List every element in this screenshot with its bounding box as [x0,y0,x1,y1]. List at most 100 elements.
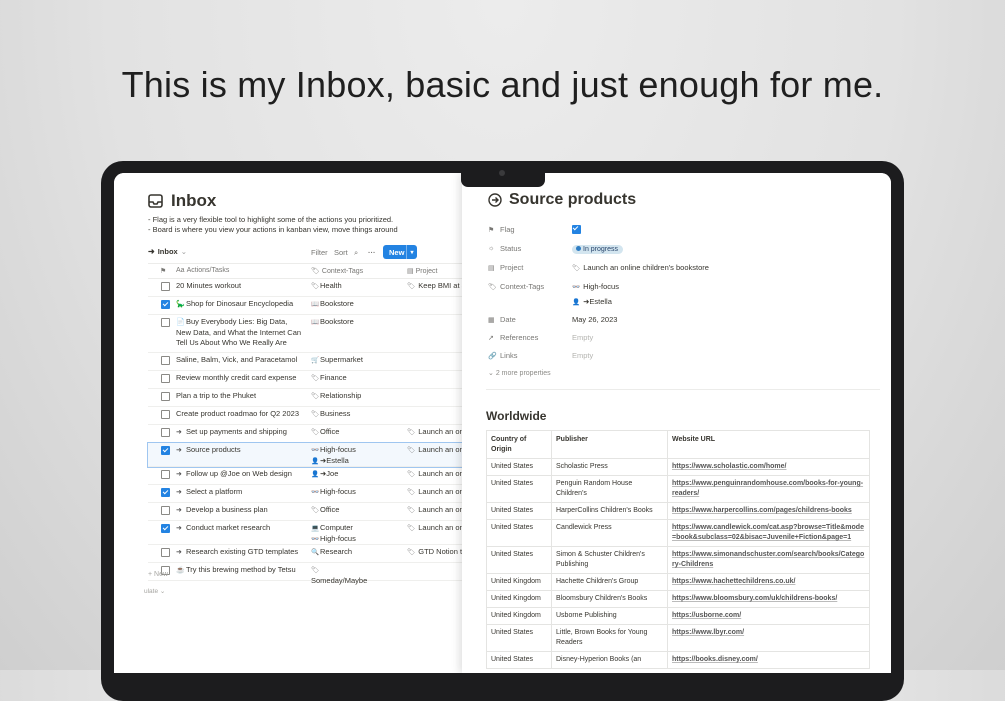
flag-checkbox[interactable] [161,428,170,437]
url-cell[interactable]: https://www.bloomsbury.com/uk/childrens-… [667,590,870,608]
table-row[interactable]: Saline, Balm, Vick, and Paracetamol 🛒Supe… [148,353,462,371]
flag-checkbox[interactable] [161,446,170,455]
column-header-context[interactable]: 🏷 Context-Tags [311,267,363,275]
url-link[interactable]: https://www.simonandschuster.com/search/… [672,551,864,568]
property-value[interactable]: 👓 High-focus [572,282,619,291]
url-cell[interactable]: https://www.penguinrandomhouse.com/books… [667,475,870,503]
property-label[interactable]: ☼ Status [488,244,521,253]
context-cell[interactable]: 🏷Finance [311,373,371,384]
flag-checkbox[interactable] [161,392,170,401]
flag-checkbox[interactable] [161,356,170,365]
property-label[interactable]: ▦ Date [488,315,516,324]
flag-checkbox[interactable] [161,548,170,557]
project-cell[interactable]: 🏷 Launch an onl [407,469,462,480]
url-cell[interactable]: https://www.lbyr.com/ [667,624,870,652]
task-cell[interactable]: ➜ Set up payments and shipping [176,427,302,438]
url-cell[interactable]: https://www.simonandschuster.com/search/… [667,546,870,574]
flag-checkbox[interactable] [572,225,581,234]
context-cell[interactable]: 🏷 Someday/Maybe [311,565,371,586]
table-row[interactable]: ➜ Source products 👓High-focus 👤➜Estella 🏷 Lau… [147,442,462,468]
context-cell[interactable]: 🔍Research [311,547,371,558]
property-value[interactable]: Empty [572,333,593,342]
table-row[interactable]: Plan a trip to the Phuket 🏷Relationship [148,389,462,407]
flag-checkbox[interactable] [161,488,170,497]
url-link[interactable]: https://www.lbyr.com/ [672,629,744,636]
url-link[interactable]: https://www.penguinrandomhouse.com/books… [672,480,863,497]
task-cell[interactable]: 🦕Shop for Dinosaur Encyclopedia [176,299,302,310]
task-cell[interactable]: ☕Try this brewing method by Tetsu [176,565,302,576]
context-cell[interactable]: 👓High-focus 👤➜Estella [311,445,371,467]
flag-checkbox[interactable] [161,470,170,479]
table-row[interactable]: ➜ Conduct market research 💻Computer 👓High-f… [148,521,462,545]
table-row[interactable]: ➜ Follow up @Joe on Web design 👤➜Joe 🏷 Launc… [148,467,462,485]
project-cell[interactable]: 🏷 Launch an onl [407,487,462,498]
column-header-project[interactable]: ▤ Project [407,267,437,275]
task-cell[interactable]: Review monthly credit card expense [176,373,302,383]
add-new-row[interactable]: + New [148,571,168,578]
context-cell[interactable]: 📖Bookstore [311,317,371,328]
table-row[interactable]: Review monthly credit card expense 🏷Finan… [148,371,462,389]
project-cell[interactable]: 🏷 Launch an onl [407,523,462,534]
flag-checkbox[interactable] [161,506,170,515]
context-cell[interactable]: 💻Computer 👓High-focus [311,523,371,545]
url-cell[interactable]: https://www.hachettechildrens.co.uk/ [667,573,870,591]
table-row[interactable]: ➜ Develop a business plan 🏷Office 🏷 Launch a… [148,503,462,521]
project-cell[interactable]: 🏷 Launch an onl [407,445,462,456]
task-cell[interactable]: Create product roadmao for Q2 2023 [176,409,302,419]
table-row[interactable]: Create product roadmao for Q2 2023 🏷Busin… [148,407,462,425]
flag-checkbox[interactable] [161,300,170,309]
task-cell[interactable]: ➜ Conduct market research [176,523,302,534]
table-row[interactable]: ➜ Set up payments and shipping 🏷Office 🏷 Lau… [148,425,462,443]
table-row[interactable]: 📄Buy Everybody Lies: Big Data, New Data,… [148,315,462,353]
context-cell[interactable]: 🏷Health [311,281,371,292]
property-value[interactable] [572,225,581,236]
task-cell[interactable]: ➜ Source products [176,445,302,456]
url-link[interactable]: https://books.disney.com/ [672,656,758,663]
filter-button[interactable]: Filter [311,248,328,257]
property-value[interactable]: 🏷 Launch an online children's bookstore [572,263,709,272]
property-value[interactable]: Empty [572,351,593,360]
url-cell[interactable]: https://www.candlewick.com/cat.asp?brows… [667,519,870,547]
task-cell[interactable]: ➜ Develop a business plan [176,505,302,516]
search-icon[interactable]: ⌕ [354,248,358,258]
project-cell[interactable]: 🏷 Launch an onl [407,505,462,516]
context-cell[interactable]: 🏷Office [311,427,371,438]
flag-checkbox[interactable] [161,410,170,419]
url-link[interactable]: https://www.candlewick.com/cat.asp?brows… [672,524,864,541]
property-label[interactable]: ↗ References [488,333,538,342]
property-value[interactable]: 👤 ➜Estella [572,297,612,306]
calculate-menu[interactable]: ulate ⌄ [144,587,165,595]
project-cell[interactable]: 🏷 Launch an onl [407,427,462,438]
more-properties-toggle[interactable]: ⌄ 2 more properties [488,369,551,377]
flag-checkbox[interactable] [161,318,170,327]
flag-checkbox[interactable] [161,524,170,533]
url-cell[interactable]: https://www.harpercollins.com/pages/chil… [667,502,870,520]
context-cell[interactable]: 📖Bookstore [311,299,371,310]
property-value[interactable]: May 26, 2023 [572,315,617,324]
more-options-icon[interactable]: ··· [368,248,376,257]
url-link[interactable]: https://www.hachettechildrens.co.uk/ [672,578,795,585]
context-cell[interactable]: 👤➜Joe [311,469,371,480]
sort-button[interactable]: Sort [334,248,348,257]
property-label[interactable]: ⚑ Flag [488,225,515,234]
flag-checkbox[interactable] [161,374,170,383]
project-cell[interactable]: 🏷 GTD Notion te [407,547,462,558]
url-link[interactable]: https://www.bloomsbury.com/uk/childrens-… [672,595,837,602]
url-link[interactable]: https://www.harpercollins.com/pages/chil… [672,507,852,514]
task-cell[interactable]: Plan a trip to the Phuket [176,391,302,401]
table-row[interactable]: ☕Try this brewing method by Tetsu 🏷 Someda… [148,563,462,585]
table-row[interactable]: 20 Minutes workout 🏷Health 🏷 Keep BMI at a [148,279,462,297]
view-selector[interactable]: ➜ Inbox ⌄ [148,247,187,256]
context-cell[interactable]: 👓High-focus [311,487,371,498]
flag-checkbox[interactable] [161,282,170,291]
context-cell[interactable]: 🛒Supermarket [311,355,371,366]
project-cell[interactable]: 🏷 Keep BMI at a [407,281,462,292]
url-cell[interactable]: https://usborne.com/ [667,607,870,625]
table-row[interactable]: ➜ Select a platform 👓High-focus 🏷 Launch an … [148,485,462,503]
url-cell[interactable]: https://books.disney.com/ [667,651,870,669]
url-link[interactable]: https://www.scholastic.com/home/ [672,463,786,470]
new-button[interactable]: New ▾ [383,245,417,259]
property-value[interactable]: In progress [572,244,624,254]
context-cell[interactable]: 🏷Business [311,409,371,420]
task-cell[interactable]: ➜ Research existing GTD templates [176,547,302,558]
